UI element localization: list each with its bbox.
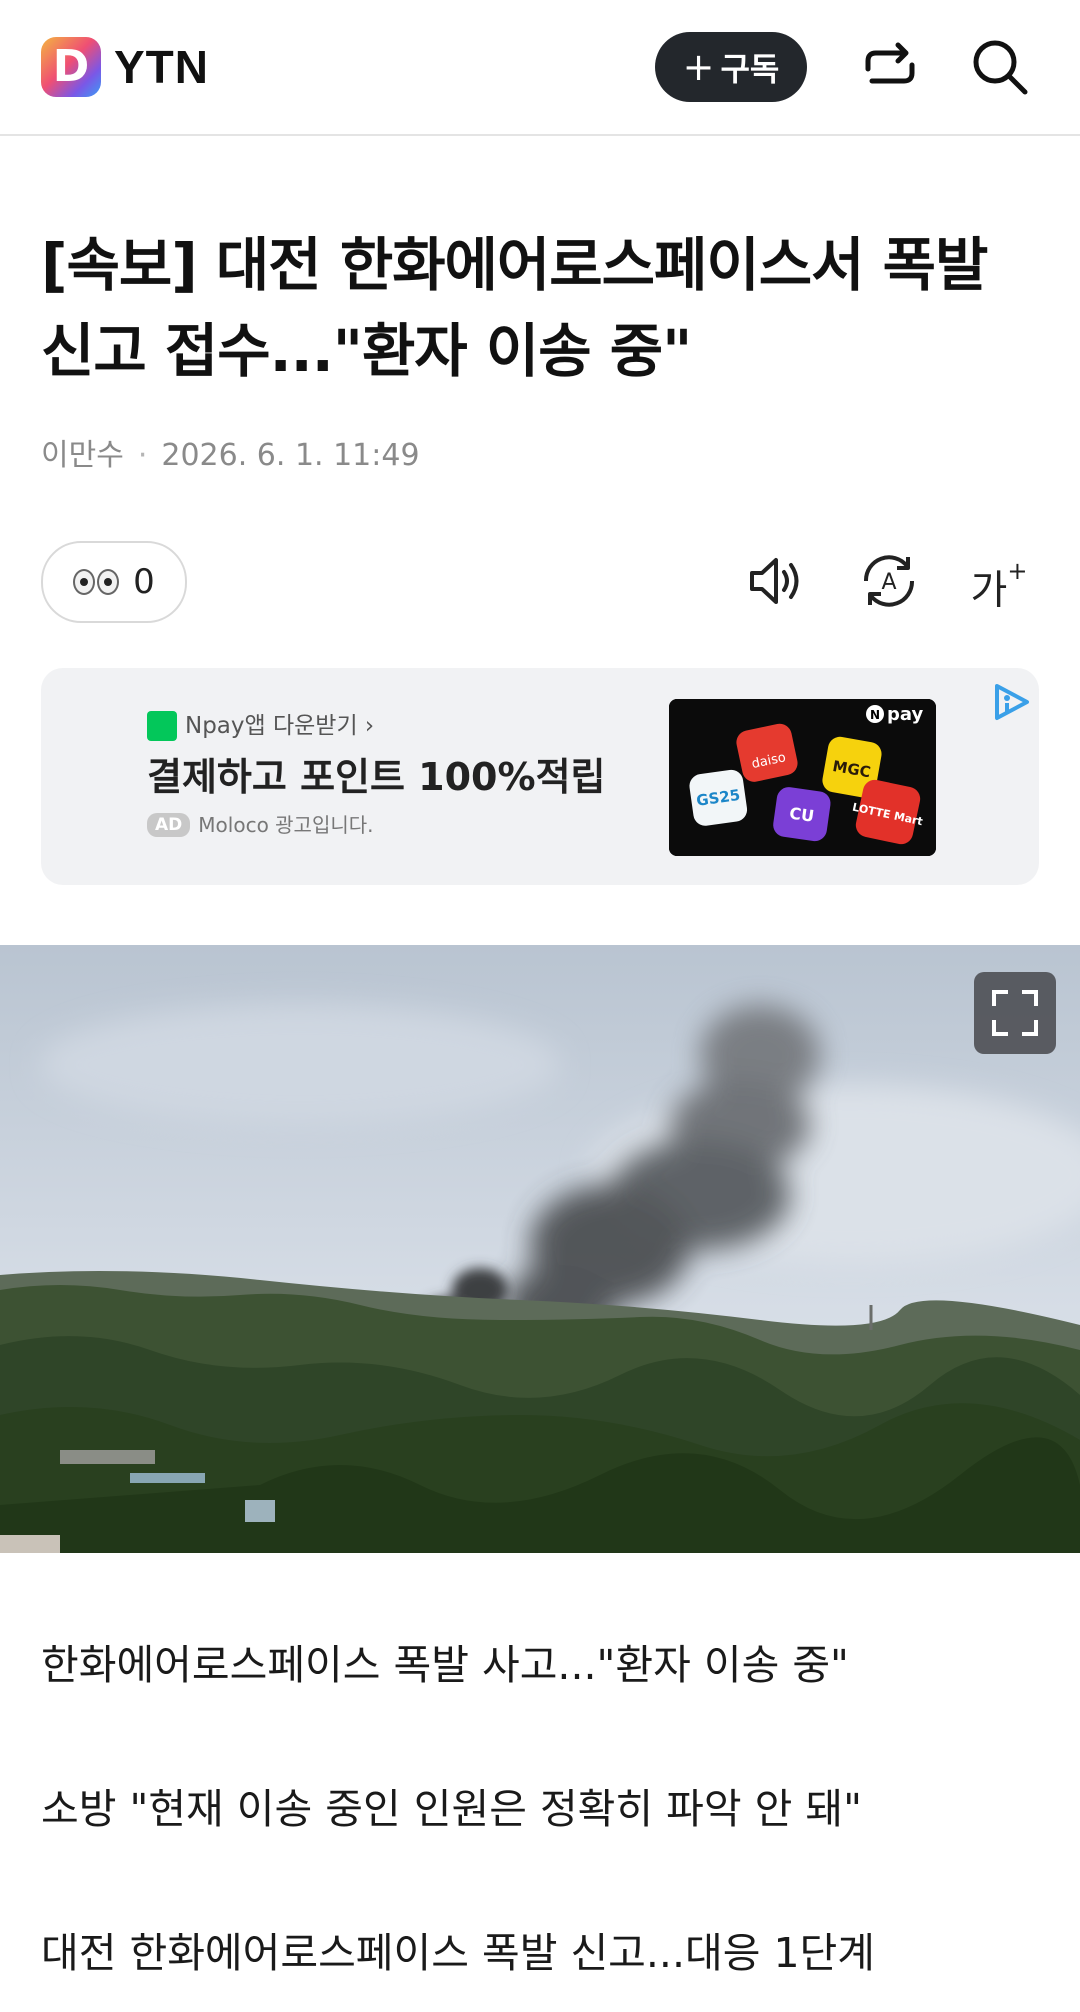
audio-button[interactable] [744, 548, 810, 614]
speaker-icon [750, 558, 799, 604]
adchoices-icon [995, 684, 1029, 720]
svg-text:A: A [881, 570, 896, 595]
font-size-button[interactable]: 가+ [966, 548, 1032, 614]
ad-image[interactable]: N pay daiso GS25 CU MGC LOTTE Mart [669, 699, 936, 856]
article-title-line2: 신고 접수..."환자 이송 중" [41, 317, 692, 385]
article-title-line1: [속보] 대전 한화에어로스페이스서 폭발 [41, 231, 988, 299]
plus-icon: + [1007, 557, 1028, 585]
article-photo[interactable] [0, 945, 1080, 1553]
ad-tile-cu: CU [788, 803, 815, 825]
translate-button[interactable]: A [856, 548, 922, 614]
ad-headline: 결제하고 포인트 100%적립 [147, 755, 606, 799]
ad-advertiser: Moloco 광고입니다. [198, 813, 374, 837]
fullscreen-icon [992, 990, 1038, 1036]
author-name[interactable]: 이만수 [41, 438, 124, 473]
fullscreen-button[interactable] [974, 972, 1056, 1054]
svg-text:N: N [870, 708, 880, 722]
top-app-bar: YTN + 구독 [0, 0, 1080, 136]
separator-dot: · [137, 438, 148, 473]
publisher-name[interactable]: YTN [114, 40, 209, 94]
subscribe-button[interactable]: + 구독 [655, 32, 807, 102]
adchoices-button[interactable] [991, 682, 1031, 722]
eyes-icon [73, 569, 120, 595]
summary-line-1: 한화에어로스페이스 폭발 사고..."환자 이송 중" [41, 1641, 849, 1689]
smoke-over-hills-image [0, 945, 1080, 1553]
search-button[interactable] [968, 35, 1032, 99]
plus-icon: + [682, 45, 715, 89]
reaction-button[interactable]: 0 [41, 541, 187, 623]
article-title: [속보] 대전 한화에어로스페이스서 폭발 신고 접수..."환자 이송 중" [41, 222, 1041, 394]
ad-badge: AD [147, 813, 191, 837]
ad-disclosure: AD Moloco 광고입니다. [147, 810, 374, 840]
subscribe-label: 구독 [720, 50, 780, 88]
translate-icon: A [863, 555, 915, 607]
ad-brand-tiles: N pay daiso GS25 CU MGC LOTTE Mart [669, 699, 936, 856]
publish-datetime: 2026. 6. 1. 11:49 [161, 438, 420, 473]
share-icon [865, 42, 915, 84]
byline: 이만수 · 2026. 6. 1. 11:49 [41, 434, 420, 478]
npay-icon [147, 711, 177, 741]
share-button[interactable] [858, 35, 922, 99]
ad-npay-label: Npay앱 다운받기 › [185, 713, 375, 739]
font-size-label: 가 [970, 567, 1008, 614]
daum-logo-icon[interactable] [41, 37, 101, 97]
ad-banner[interactable]: Npay앱 다운받기 › 결제하고 포인트 100%적립 AD Moloco 광… [41, 668, 1039, 885]
summary-line-2: 소방 "현재 이송 중인 인원은 정확히 파악 안 돼" [41, 1785, 862, 1833]
ad-npay-link[interactable]: Npay앱 다운받기 › [147, 710, 374, 742]
search-icon [973, 40, 1028, 95]
summary-line-3: 대전 한화에어로스페이스 폭발 신고...대응 1단계 [41, 1929, 875, 1977]
reaction-count: 0 [133, 562, 155, 602]
ad-image-brand: pay [887, 704, 923, 725]
